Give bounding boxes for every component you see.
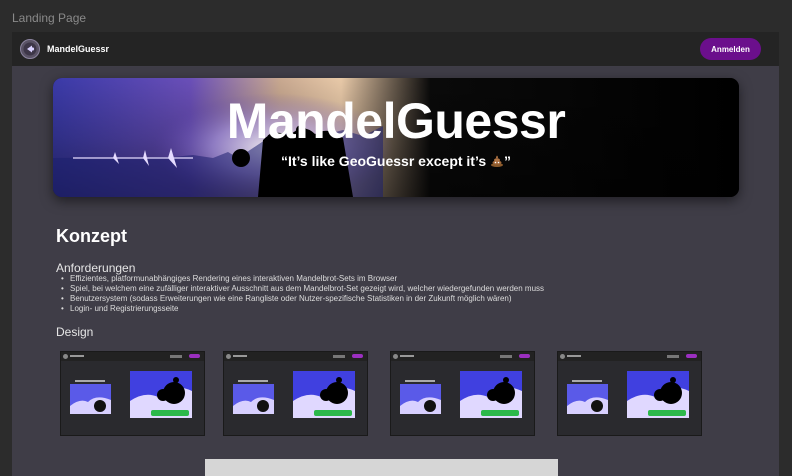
requirements-list: Effizientes, platformunabhängiges Render… xyxy=(56,274,544,314)
landing-page-frame: MandelGuessr Anmelden MandelGuessr “It’s… xyxy=(12,32,779,476)
hero-title: MandelGuessr xyxy=(226,93,566,149)
requirement-item: Login- und Registrierungsseite xyxy=(56,304,544,314)
login-button[interactable]: Anmelden xyxy=(700,38,761,60)
design-thumbnail[interactable] xyxy=(223,351,368,436)
poop-emoji-icon xyxy=(491,155,504,167)
hero-banner: MandelGuessr “It’s like GeoGuessr except… xyxy=(53,78,739,197)
concept-heading: Konzept xyxy=(56,226,127,246)
requirement-item: Spiel, bei welchem eine zufälliger inter… xyxy=(56,284,544,294)
hero-subtitle-text: “It’s like GeoGuessr except it’s xyxy=(280,153,491,169)
requirements-heading: Anforderungen xyxy=(56,261,136,275)
hero-subtitle-end: ” xyxy=(504,153,512,169)
requirement-item: Benutzersystem (sodass Erweiterungen wie… xyxy=(56,294,544,304)
requirement-item: Effizientes, platformunabhängiges Render… xyxy=(56,274,544,284)
design-heading: Design xyxy=(56,325,94,339)
brand-name[interactable]: MandelGuessr xyxy=(47,44,109,54)
design-thumbnail[interactable] xyxy=(557,351,702,436)
top-navigation-bar: MandelGuessr Anmelden xyxy=(12,32,779,66)
content-placeholder-box xyxy=(205,459,558,476)
frame-label: Landing Page xyxy=(12,11,87,25)
design-thumbnail[interactable] xyxy=(390,351,535,436)
hero-subtitle: “It’s like GeoGuessr except it’s ” xyxy=(53,153,739,169)
design-thumbnail[interactable] xyxy=(60,351,205,436)
mandelbrot-logo-icon[interactable] xyxy=(20,39,40,59)
